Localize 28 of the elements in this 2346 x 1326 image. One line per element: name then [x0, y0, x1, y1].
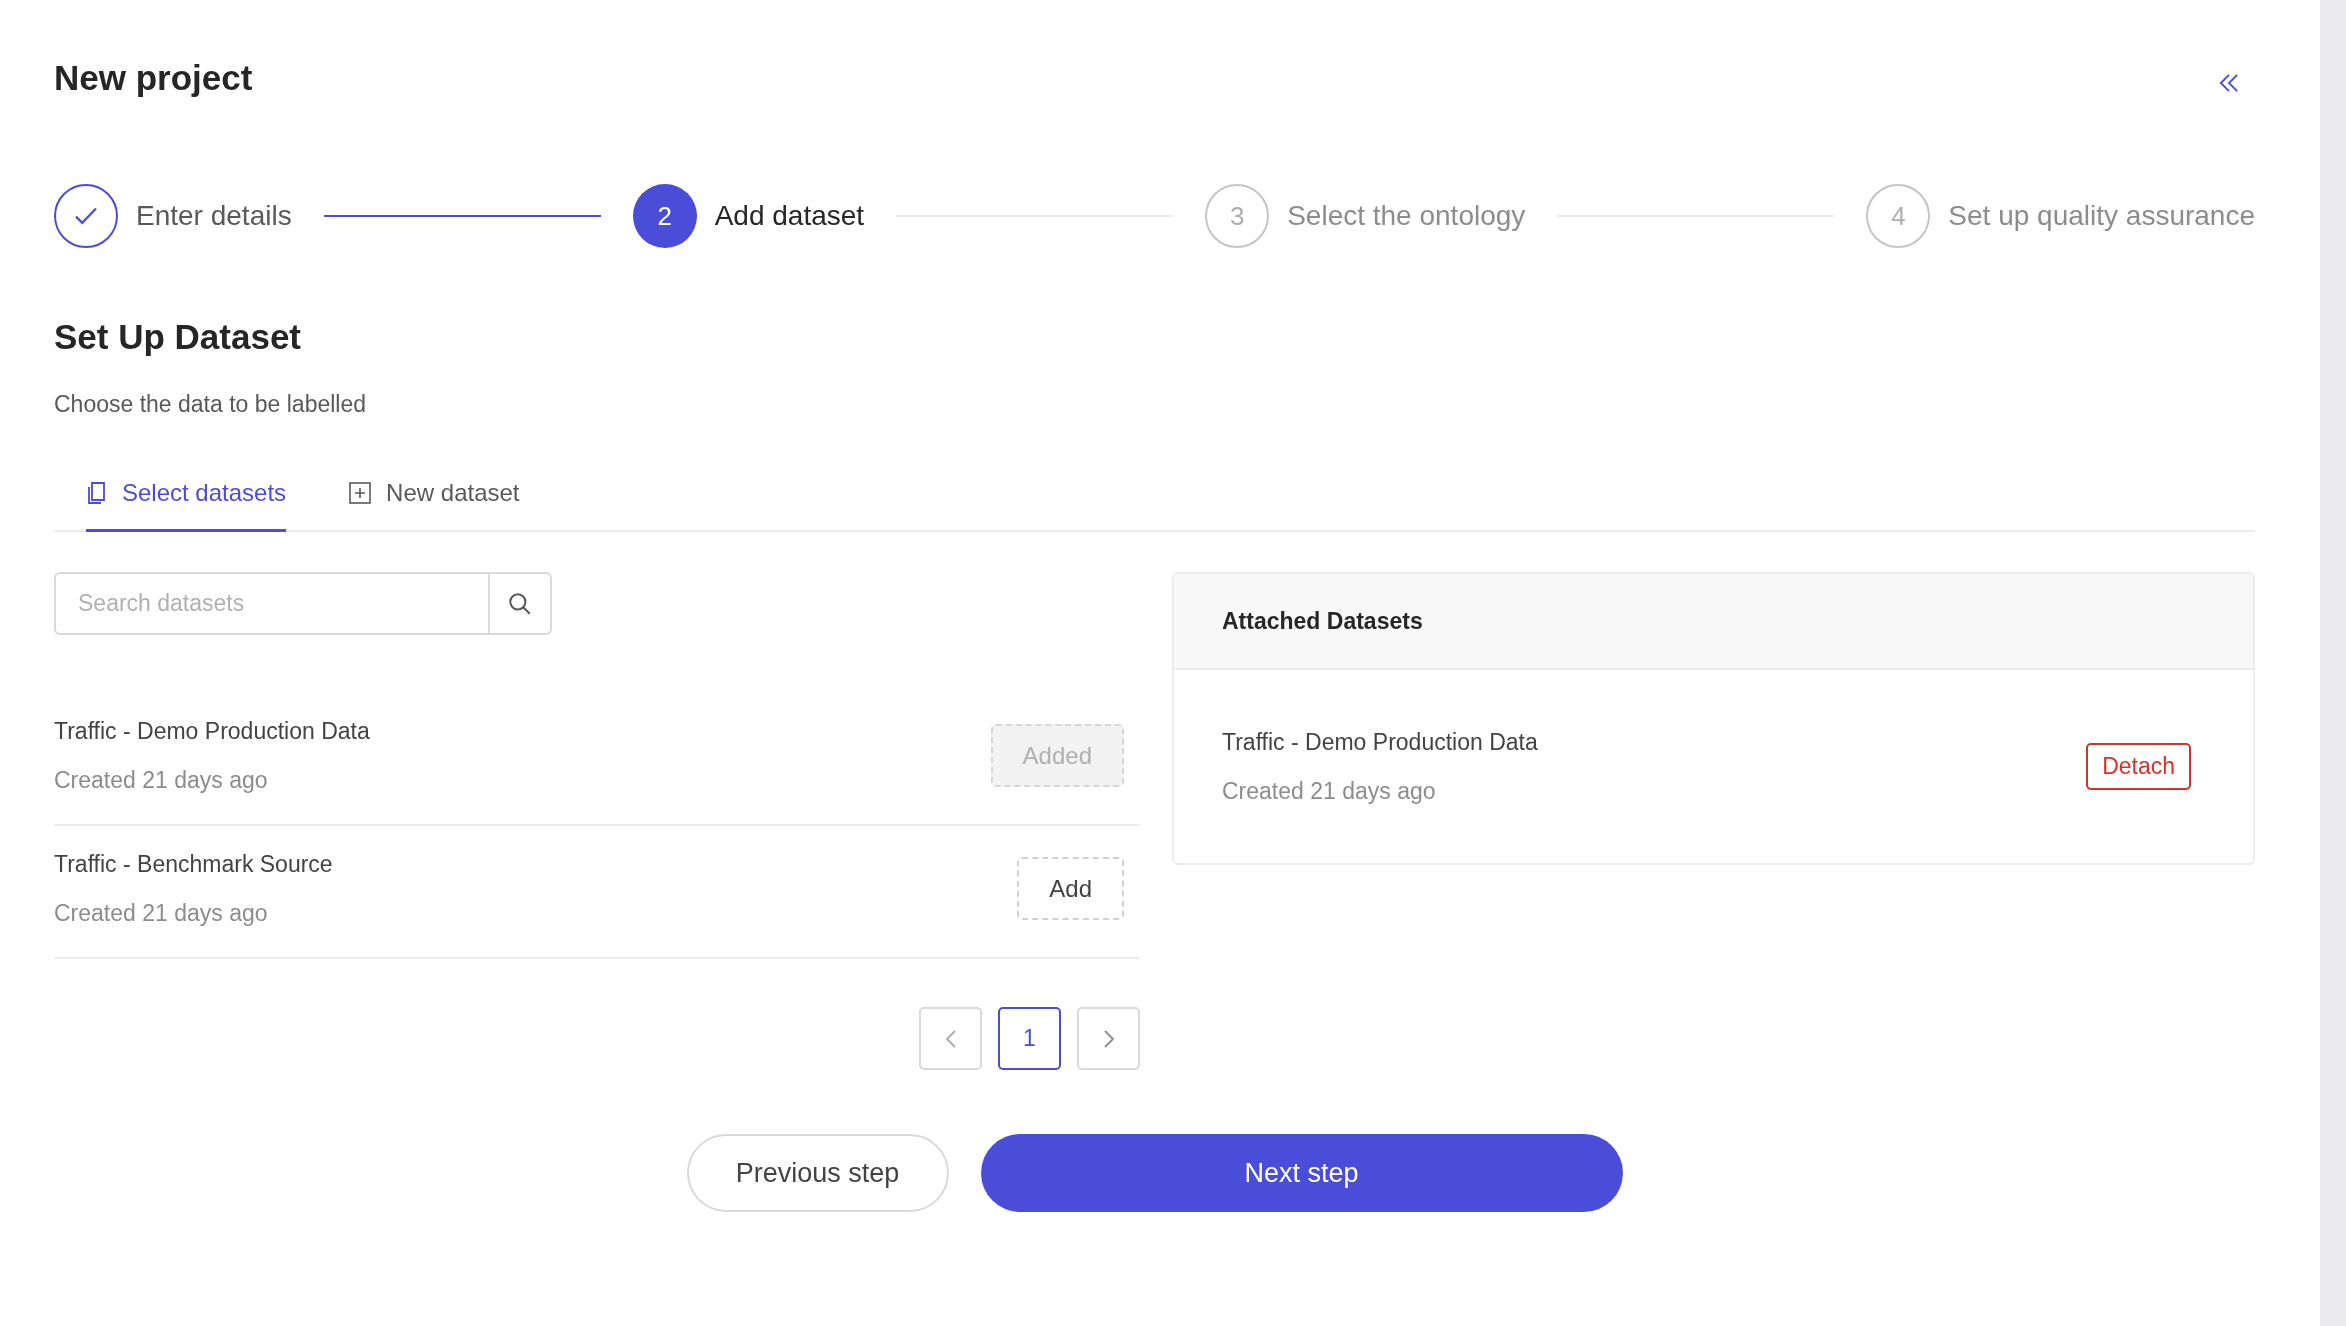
search-button[interactable]	[490, 572, 552, 635]
step-label: Set up quality assurance	[1948, 199, 2255, 233]
previous-step-button[interactable]: Previous step	[686, 1134, 949, 1212]
page-button[interactable]: 1	[998, 1007, 1061, 1070]
next-step-button[interactable]: Next step	[980, 1134, 1623, 1212]
step-label: Select the ontology	[1287, 199, 1526, 233]
step-label: Enter details	[136, 199, 292, 233]
tab[interactable]: New dataset	[348, 475, 520, 532]
page-title: New project	[54, 56, 253, 99]
copy-icon	[86, 481, 108, 505]
chevron-left-icon	[945, 1029, 956, 1048]
detach-button[interactable]: Detach	[2086, 743, 2191, 790]
section-title: Set Up Dataset	[54, 316, 303, 358]
dataset-created: Created 21 days ago	[54, 765, 269, 795]
plus-square-icon	[348, 481, 373, 505]
dataset-name: Traffic - Demo Production Data	[54, 717, 370, 746]
chevron-right-icon	[1103, 1029, 1114, 1048]
tab[interactable]: Select datasets	[86, 475, 287, 532]
dataset-name: Traffic - Benchmark Source	[54, 850, 333, 879]
add-button[interactable]: Add	[1017, 857, 1124, 920]
step-label: Add dataset	[714, 199, 865, 233]
dataset-created: Created 21 days ago	[1222, 776, 1437, 806]
search-icon	[507, 590, 533, 617]
search-field[interactable]: Search datasets	[54, 572, 490, 635]
section-subtitle: Choose the data to be labelled	[54, 389, 368, 419]
card-title: Attached Datasets	[1222, 606, 1423, 636]
dataset-created: Created 21 days ago	[54, 898, 269, 928]
dataset-name: Traffic - Demo Production Data	[1222, 728, 1538, 757]
